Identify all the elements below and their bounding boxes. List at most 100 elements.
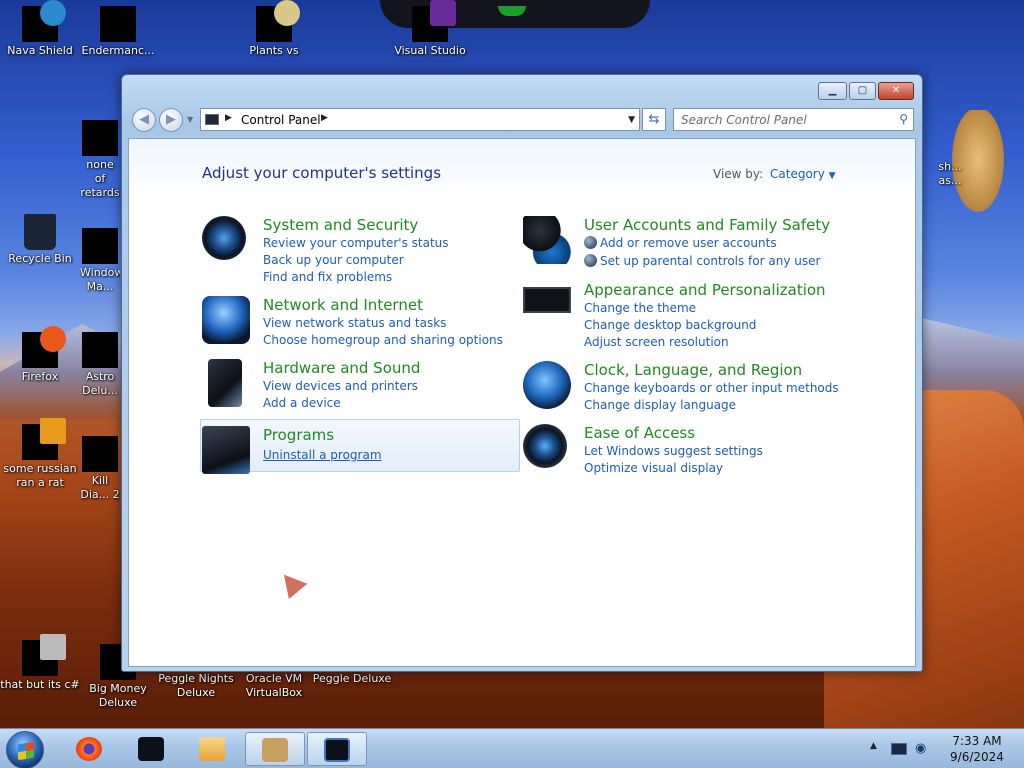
category-title[interactable]: Ease of Access bbox=[584, 424, 695, 442]
shield-bullet-icon bbox=[584, 236, 597, 249]
desktop-icon-visual-studio[interactable]: Visual Studio bbox=[390, 0, 470, 58]
link-desktop-background[interactable]: Change desktop background bbox=[584, 318, 756, 332]
breadcrumb-arrow-icon[interactable]: ▶ bbox=[225, 113, 232, 123]
category-title[interactable]: Clock, Language, and Region bbox=[584, 361, 802, 379]
programs-icon[interactable] bbox=[202, 426, 250, 474]
desktop-icon-label: Nava Shield bbox=[7, 44, 73, 57]
link-change-keyboards[interactable]: Change keyboards or other input methods bbox=[584, 381, 839, 395]
desktop-icon-plants-vs[interactable]: Plants vs bbox=[234, 0, 314, 58]
link-find-fix[interactable]: Find and fix problems bbox=[263, 270, 392, 284]
desktop-icon-nava-shield[interactable]: Nava Shield bbox=[0, 0, 80, 58]
control-panel-window: ▁ ▢ ✕ ◀ ▶ ▼ ▶ Control Panel ▶ ▼ ⇆ ⚲ Adju… bbox=[121, 74, 923, 672]
desktop-icon-label: sh... as... bbox=[938, 160, 962, 187]
category-title[interactable]: User Accounts and Family Safety bbox=[584, 216, 830, 234]
desktop-icon-that-but-its-csharp[interactable]: that but its c# bbox=[0, 634, 80, 692]
category-title[interactable]: Appearance and Personalization bbox=[584, 281, 826, 299]
link-parental-controls[interactable]: Set up parental controls for any user bbox=[600, 254, 820, 268]
windows-logo-icon bbox=[18, 741, 34, 761]
desktop-icon-none-of-retards[interactable]: none of retards bbox=[80, 120, 120, 200]
recent-pages-dropdown[interactable]: ▼ bbox=[187, 115, 193, 124]
link-review-status[interactable]: Review your computer's status bbox=[263, 236, 449, 250]
desktop-icon-label: Oracle VM VirtualBox bbox=[245, 672, 303, 699]
system-clock[interactable]: 7:33 AM 9/6/2024 bbox=[938, 733, 1016, 765]
shield-bullet-icon bbox=[584, 254, 597, 267]
ease-of-access-icon[interactable] bbox=[523, 424, 567, 468]
clock-date: 9/6/2024 bbox=[950, 750, 1004, 764]
taskbar-computer[interactable] bbox=[122, 732, 182, 766]
category-title[interactable]: Programs bbox=[263, 426, 334, 444]
view-by-dropdown[interactable]: Category ▼ bbox=[770, 167, 836, 181]
appearance-icon[interactable] bbox=[523, 287, 571, 313]
forward-arrow-icon: ▶ bbox=[166, 112, 176, 127]
link-network-status[interactable]: View network status and tasks bbox=[263, 316, 446, 330]
desktop-icon-label: Recycle Bin bbox=[8, 252, 72, 265]
taskbar-media-player[interactable] bbox=[183, 732, 243, 766]
taskbar-control-panel[interactable] bbox=[307, 732, 367, 766]
desktop-icon-oracle-vm-virtualbox[interactable]: Oracle VM VirtualBox bbox=[234, 672, 314, 700]
shortcut-icon bbox=[22, 634, 66, 676]
search-input[interactable] bbox=[674, 109, 884, 130]
taskbar-peggle[interactable] bbox=[245, 732, 305, 766]
desktop-icon-peggle-deluxe[interactable]: Peggle Deluxe bbox=[312, 672, 392, 686]
link-suggest-settings[interactable]: Let Windows suggest settings bbox=[584, 444, 763, 458]
desktop-icon-peggle-nights-deluxe[interactable]: Peggle Nights Deluxe bbox=[156, 672, 236, 700]
desktop-icon-kill-dia[interactable]: Kill Dia... 2 bbox=[80, 436, 120, 502]
category-title[interactable]: Hardware and Sound bbox=[263, 359, 420, 377]
link-display-language[interactable]: Change display language bbox=[584, 398, 736, 412]
link-uninstall-program[interactable]: Uninstall a program bbox=[263, 448, 382, 462]
minimize-button[interactable]: ▁ bbox=[818, 82, 847, 100]
desktop-icon-recycle-bin[interactable]: Recycle Bin bbox=[0, 214, 80, 266]
clock-language-icon[interactable] bbox=[523, 361, 571, 409]
link-screen-resolution[interactable]: Adjust screen resolution bbox=[584, 335, 729, 349]
link-homegroup[interactable]: Choose homegroup and sharing options bbox=[263, 333, 503, 347]
system-security-icon[interactable] bbox=[202, 216, 246, 260]
main-content: Adjust your computer's settings View by:… bbox=[128, 138, 916, 667]
desktop-icon-label: Windows Ma... bbox=[80, 266, 120, 293]
maximize-button[interactable]: ▢ bbox=[849, 82, 876, 100]
user-accounts-icon[interactable] bbox=[523, 216, 571, 264]
desktop-icon-sh-as[interactable]: sh... as... bbox=[930, 160, 970, 188]
desktop-icon-firefox[interactable]: Firefox bbox=[0, 326, 80, 384]
desktop-icon-windows-ma[interactable]: Windows Ma... bbox=[80, 228, 120, 294]
search-box[interactable]: ⚲ bbox=[673, 108, 914, 131]
show-hidden-icons-button[interactable]: ▲ bbox=[870, 741, 877, 751]
desktop-icon-label: Endermanc... bbox=[81, 44, 155, 57]
desktop-icon-label: Peggle Nights Deluxe bbox=[158, 672, 234, 699]
desktop-icon-some-russian-ran-a-rat[interactable]: some russian ran a rat bbox=[0, 418, 80, 490]
link-optimize-display[interactable]: Optimize visual display bbox=[584, 461, 723, 475]
hardware-sound-icon[interactable] bbox=[208, 359, 242, 407]
volume-tray-icon[interactable]: ◉ bbox=[915, 741, 926, 756]
link-devices-printers[interactable]: View devices and printers bbox=[263, 379, 418, 393]
link-back-up[interactable]: Back up your computer bbox=[263, 253, 404, 267]
network-icon[interactable] bbox=[202, 296, 250, 344]
forward-button[interactable]: ▶ bbox=[159, 108, 183, 132]
desktop-icon-endermanch[interactable]: Endermanc... bbox=[78, 6, 158, 58]
link-add-device[interactable]: Add a device bbox=[263, 396, 341, 410]
network-tray-icon[interactable] bbox=[891, 743, 907, 755]
recycle-bin-icon bbox=[24, 214, 56, 250]
visual-studio-icon bbox=[412, 0, 456, 42]
category-title[interactable]: System and Security bbox=[263, 216, 418, 234]
taskbar-firefox[interactable] bbox=[60, 732, 120, 766]
chevron-down-icon: ▼ bbox=[828, 171, 836, 181]
category-title[interactable]: Network and Internet bbox=[263, 296, 423, 314]
file-icon bbox=[82, 120, 118, 156]
refresh-button[interactable]: ⇆ bbox=[642, 108, 666, 131]
back-button[interactable]: ◀ bbox=[132, 108, 156, 132]
address-dropdown-icon[interactable]: ▼ bbox=[628, 115, 635, 125]
link-add-remove-users[interactable]: Add or remove user accounts bbox=[600, 236, 777, 250]
link-change-theme[interactable]: Change the theme bbox=[584, 301, 696, 315]
plants-vs-zombies-icon bbox=[256, 0, 300, 42]
view-by-label: View by: bbox=[713, 167, 764, 181]
view-by-value: Category bbox=[770, 167, 825, 181]
search-icon[interactable]: ⚲ bbox=[899, 112, 908, 126]
start-button[interactable] bbox=[6, 731, 44, 768]
control-panel-icon bbox=[324, 738, 350, 762]
breadcrumb-arrow-icon[interactable]: ▶ bbox=[321, 113, 328, 123]
computer-icon bbox=[138, 737, 164, 761]
desktop-icon-astro-delu[interactable]: Astro Delu... bbox=[80, 332, 120, 398]
desktop-icon-label: none of retards bbox=[80, 158, 120, 199]
close-button[interactable]: ✕ bbox=[878, 82, 914, 100]
address-bar[interactable]: ▶ Control Panel ▶ ▼ bbox=[200, 108, 640, 131]
breadcrumb-control-panel[interactable]: Control Panel bbox=[241, 113, 321, 127]
